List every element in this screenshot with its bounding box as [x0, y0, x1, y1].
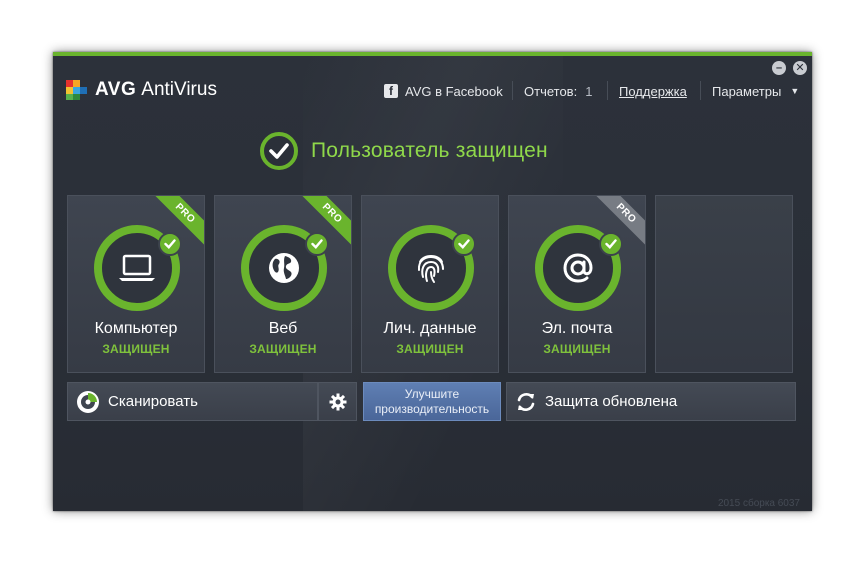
check-badge-icon [158, 232, 182, 256]
status-check-icon [260, 132, 298, 170]
scan-button[interactable]: Сканировать [67, 382, 318, 421]
tile-empty-slot [655, 195, 793, 373]
check-badge-icon [452, 232, 476, 256]
refresh-icon [517, 392, 535, 411]
update-button[interactable]: Защита обновлена [506, 382, 796, 421]
tile-web[interactable]: PRO Веб ЗАЩИЩЕН [214, 195, 352, 373]
globe-icon [269, 253, 299, 283]
tile-status: ЗАЩИЩЕН [396, 342, 464, 356]
facebook-link[interactable]: f AVG в Facebook [384, 82, 503, 100]
fingerprint-icon [417, 255, 444, 283]
tile-status: ЗАЩИЩЕН [102, 342, 170, 356]
reports-label: Отчетов: [524, 83, 578, 99]
reports-count: 1 [585, 83, 593, 99]
app-logo: AVG AntiVirus [65, 77, 217, 103]
main-window: – ✕ AVG AntiVirus f AVG в Facebook Отчет… [53, 52, 812, 511]
facebook-label: AVG в Facebook [405, 83, 503, 99]
protection-status: Пользователь защищен [260, 132, 548, 170]
improve-performance-button[interactable]: Улучшите производительность [363, 382, 501, 421]
tile-computer[interactable]: PRO Компьютер ЗАЩИЩЕН [67, 195, 205, 373]
product-name: AntiVirus [141, 79, 217, 100]
update-status-label: Защита обновлена [545, 393, 678, 410]
avg-logo-icon [66, 80, 87, 100]
tile-personal-data[interactable]: Лич. данные ЗАЩИЩЕН [361, 195, 499, 373]
at-sign-icon [563, 253, 593, 283]
tile-title: Компьютер [94, 320, 178, 337]
close-button[interactable]: ✕ [793, 61, 807, 75]
improve-line-1: Улучшите [404, 387, 460, 401]
tile-status: ЗАЩИЩЕН [543, 342, 611, 356]
improve-line-2: производительность [374, 402, 490, 416]
nav-divider [512, 81, 513, 100]
scan-icon [77, 390, 99, 413]
tile-title: Лич. данные [383, 320, 477, 337]
reports-link[interactable]: Отчетов: 1 [524, 82, 592, 100]
build-info: 2015 сборка 6037 [717, 498, 800, 509]
check-badge-icon [305, 232, 329, 256]
nav-divider [607, 81, 608, 100]
support-link[interactable]: Поддержка [619, 82, 687, 100]
scan-label: Сканировать [108, 393, 198, 410]
minimize-button[interactable]: – [772, 61, 786, 75]
tile-title: Эл. почта [541, 320, 613, 337]
scan-settings-button[interactable] [318, 382, 357, 421]
nav-divider [700, 81, 701, 100]
status-text: Пользователь защищен [311, 139, 548, 162]
chevron-down-icon: ▼ [790, 86, 800, 96]
laptop-icon [119, 254, 155, 281]
settings-menu[interactable]: Параметры ▼ [712, 82, 799, 100]
tile-email[interactable]: PRO Эл. почта ЗАЩИЩЕН [508, 195, 646, 373]
check-badge-icon [599, 232, 623, 256]
facebook-icon: f [384, 84, 398, 98]
brand-name: AVG [95, 79, 137, 100]
gear-icon [329, 393, 346, 410]
tile-status: ЗАЩИЩЕН [249, 342, 317, 356]
top-accent-stripe [53, 52, 812, 56]
tile-title: Веб [268, 320, 298, 337]
settings-label: Параметры [712, 83, 782, 99]
